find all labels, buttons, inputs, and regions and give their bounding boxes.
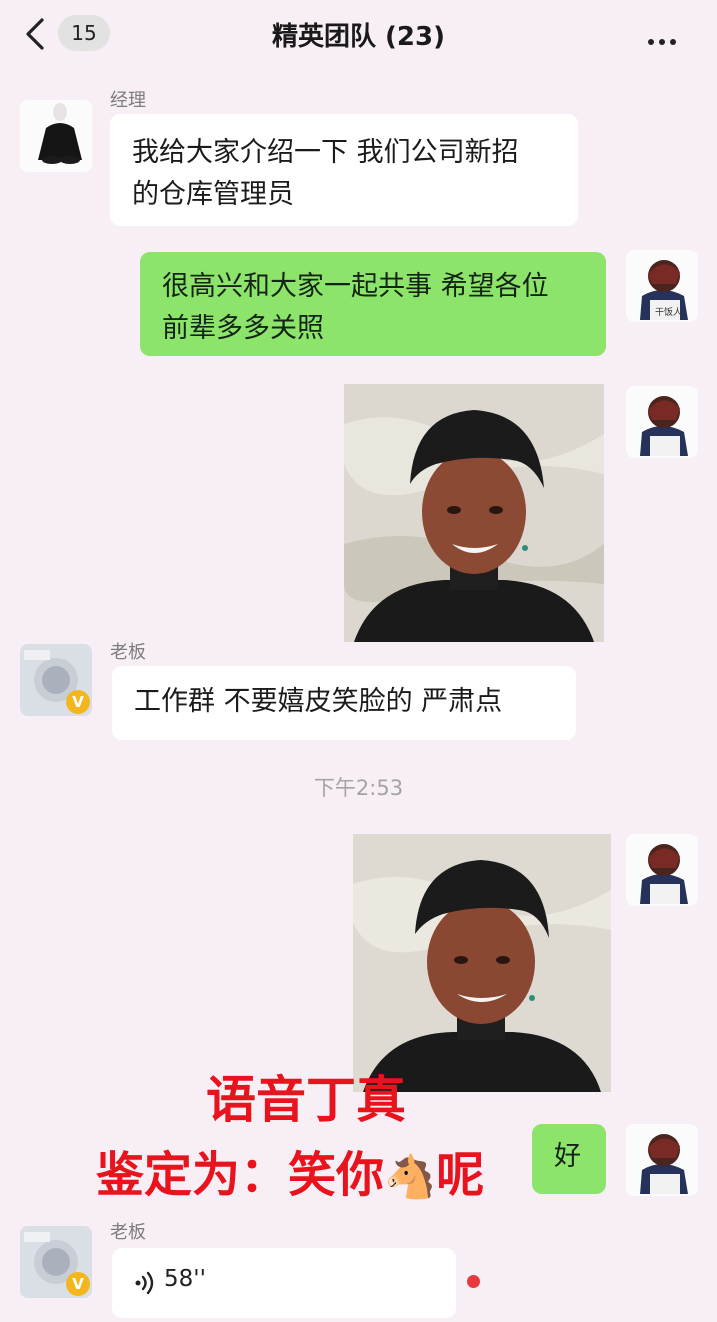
message-text: 前辈多多关照	[162, 313, 324, 344]
my-avatar-image	[626, 1124, 698, 1196]
message-timestamp: 下午2:53	[313, 776, 404, 800]
grinning-man-photo[interactable]	[353, 834, 611, 1092]
voice-wave-icon	[135, 1271, 154, 1295]
my-avatar-text: 干饭人	[655, 306, 682, 318]
message-text: 好	[554, 1141, 581, 1172]
voice-duration: 58''	[164, 1266, 206, 1292]
horse-emoji-icon: 🐴	[384, 1152, 437, 1201]
my-avatar[interactable]	[626, 1124, 698, 1196]
my-avatar[interactable]: 干饭人	[626, 250, 698, 322]
overlay-caption-line1: 语音丁真	[206, 1071, 406, 1129]
message-bubble[interactable]: 工作群 不要嬉皮笑脸的 严肃点	[112, 666, 576, 740]
my-avatar-image: 干饭人	[626, 250, 698, 322]
message-bubble[interactable]: 好	[532, 1124, 606, 1194]
message-text: 的仓库管理员	[132, 179, 294, 210]
sender-name: 经理	[110, 90, 146, 111]
chat-header: 15 精英团队 (23)	[0, 0, 717, 78]
overlay-caption-text: 呢	[436, 1147, 485, 1203]
sender-name: 老板	[110, 642, 146, 663]
boss-avatar[interactable]: V	[20, 644, 92, 716]
voice-message-bubble[interactable]: 58''	[112, 1248, 456, 1318]
boss-avatar[interactable]: V	[20, 1226, 92, 1298]
overlay-caption-text: 鉴定为：笑你	[96, 1147, 385, 1203]
message-text: 工作群 不要嬉皮笑脸的 严肃点	[134, 686, 503, 717]
my-avatar[interactable]	[626, 386, 698, 458]
my-avatar-image	[626, 834, 698, 906]
message-text: 很高兴和大家一起共事 希望各位	[162, 271, 549, 302]
more-options-icon[interactable]	[648, 30, 688, 45]
manager-avatar-image	[20, 100, 92, 172]
my-avatar-image	[626, 386, 698, 458]
message-bubble[interactable]: 我给大家介绍一下 我们公司新招 的仓库管理员	[110, 114, 578, 226]
message-text: 我给大家介绍一下 我们公司新招	[132, 137, 519, 168]
chat-title: 精英团队 (23)	[272, 22, 445, 52]
verified-badge-icon: V	[66, 690, 90, 714]
overlay-caption-line2: 鉴定为：笑你🐴呢	[96, 1144, 484, 1208]
my-avatar[interactable]	[626, 834, 698, 906]
smiling-man-photo[interactable]	[344, 384, 604, 642]
manager-avatar[interactable]	[20, 100, 92, 172]
message-bubble[interactable]: 很高兴和大家一起共事 希望各位 前辈多多关照	[140, 252, 606, 356]
unread-voice-dot	[467, 1275, 480, 1288]
sender-name: 老板	[110, 1222, 146, 1243]
verified-badge-icon: V	[66, 1272, 90, 1296]
